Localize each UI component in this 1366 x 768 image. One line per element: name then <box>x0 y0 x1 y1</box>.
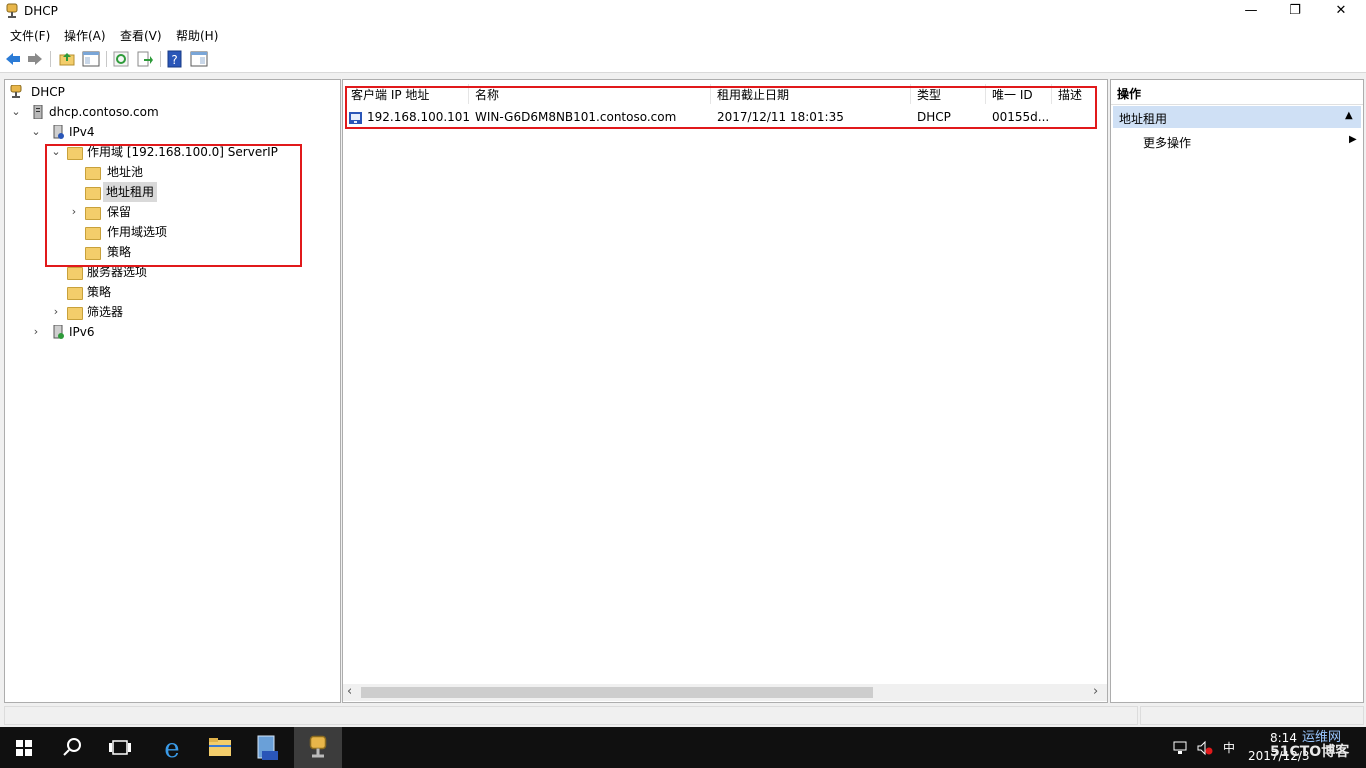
horizontal-scrollbar[interactable]: ‹ › <box>343 684 1107 701</box>
title-bar: DHCP — ❐ ✕ <box>0 0 1366 22</box>
action-pane-title: 操作 <box>1117 87 1142 101</box>
task-view-icon[interactable] <box>96 727 144 768</box>
action-section-label: 地址租用 <box>1119 112 1168 126</box>
back-icon[interactable] <box>4 50 22 68</box>
tree-label: IPv6 <box>69 325 95 339</box>
server-options-folder-icon <box>67 267 83 280</box>
watermark-text-2: 运维网 <box>1302 730 1342 745</box>
status-bar <box>0 704 1366 726</box>
menu-help[interactable]: 帮助(H) <box>176 27 218 44</box>
scroll-left-arrow[interactable]: ‹ <box>347 684 352 699</box>
svg-text:e: e <box>164 734 179 764</box>
help-icon[interactable]: ? <box>166 50 184 68</box>
console-tree: DHCP ⌄ dhcp.contoso.com ⌄ IPv4 ⌄ 作用域 [19… <box>4 79 341 703</box>
collapse-section-icon[interactable]: ▲ <box>1345 110 1353 121</box>
menu-action[interactable]: 操作(A) <box>64 27 106 44</box>
collapsed-chevron-icon[interactable]: › <box>31 322 41 342</box>
close-button[interactable]: ✕ <box>1318 0 1364 22</box>
collapsed-chevron-icon[interactable]: › <box>51 302 61 322</box>
tree-label: 策略 <box>87 285 112 299</box>
internet-explorer-icon[interactable]: e <box>148 727 196 768</box>
action-section-address-leases[interactable]: 地址租用 ▲ <box>1113 106 1361 128</box>
action-pane: 操作 地址租用 ▲ 更多操作 ▶ <box>1110 79 1364 703</box>
expanded-chevron-icon[interactable]: ⌄ <box>31 122 41 142</box>
scope-highlight-box <box>45 144 302 267</box>
search-icon[interactable] <box>48 727 96 768</box>
menu-view[interactable]: 查看(V) <box>120 27 162 44</box>
export-list-icon[interactable] <box>136 50 154 68</box>
ipv6-icon <box>53 325 64 339</box>
results-list: 客户端 IP 地址 名称 租用截止日期 类型 唯一 ID 描述 192.168.… <box>342 79 1108 703</box>
tree-label: 筛选器 <box>87 305 124 319</box>
taskbar: e 中 8:14 2017/12/3 51CTO博客 运维网 <box>0 727 1366 768</box>
scrollbar-thumb[interactable] <box>361 687 873 698</box>
menu-file[interactable]: 文件(F) <box>10 27 50 44</box>
action-more-actions[interactable]: 更多操作 ▶ <box>1113 130 1361 152</box>
dhcp-taskbar-icon <box>309 735 327 758</box>
toolbar: ? <box>0 46 1366 73</box>
policies-folder-icon <box>67 287 83 300</box>
server-icon <box>33 105 43 119</box>
ipv4-icon <box>53 125 64 139</box>
refresh-icon[interactable] <box>112 50 130 68</box>
tree-label: dhcp.contoso.com <box>49 105 159 119</box>
dhcp-app-icon <box>6 3 18 18</box>
volume-muted-icon[interactable] <box>1196 740 1214 756</box>
minimize-button[interactable]: — <box>1228 0 1274 22</box>
svg-text:?: ? <box>171 53 177 67</box>
lease-highlight-box <box>345 86 1097 129</box>
taskbar-dhcp-active[interactable] <box>294 727 342 768</box>
network-icon[interactable] <box>1172 740 1188 756</box>
ime-indicator[interactable]: 中 <box>1223 739 1235 756</box>
up-folder-icon[interactable] <box>58 50 76 68</box>
window-title: DHCP <box>24 4 58 18</box>
scroll-right-arrow[interactable]: › <box>1093 684 1098 699</box>
server-manager-icon[interactable] <box>244 727 292 768</box>
tree-label: IPv4 <box>69 125 95 139</box>
forward-icon[interactable] <box>26 50 44 68</box>
file-explorer-icon[interactable] <box>196 727 244 768</box>
submenu-arrow-icon: ▶ <box>1349 134 1357 145</box>
show-hide-action-pane-icon[interactable] <box>190 50 208 68</box>
filters-folder-icon <box>67 307 83 320</box>
tree-label: DHCP <box>31 85 65 99</box>
start-windows-icon[interactable] <box>0 727 48 768</box>
restore-button[interactable]: ❐ <box>1272 0 1318 22</box>
dhcp-icon <box>10 85 22 98</box>
menu-bar: 文件(F) 操作(A) 查看(V) 帮助(H) <box>0 22 1366 46</box>
action-pane-header: 操作 <box>1111 80 1363 105</box>
expanded-chevron-icon[interactable]: ⌄ <box>11 102 21 122</box>
more-actions-label: 更多操作 <box>1143 136 1192 150</box>
show-hide-tree-icon[interactable] <box>82 50 100 68</box>
